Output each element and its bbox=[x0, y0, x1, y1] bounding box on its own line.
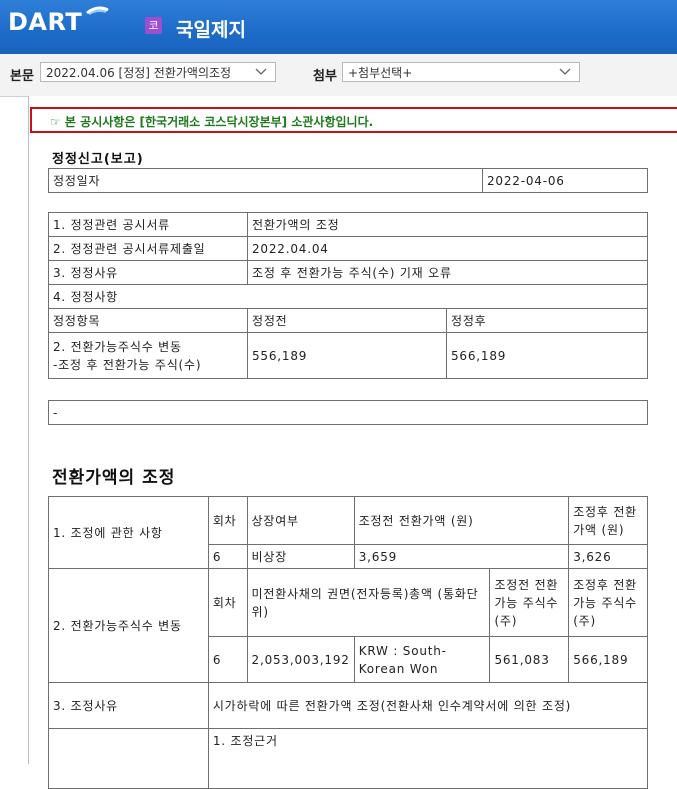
item-cell: 2. 전환가능주식수 변동 -조정 후 전환가능 주식(수) bbox=[48, 332, 248, 379]
sec1-header-listing: 상장여부 bbox=[246, 496, 355, 545]
doc-label: 본문 bbox=[10, 69, 34, 84]
sec2-face-amount: 2,053,003,192 bbox=[246, 636, 355, 683]
sec3-label: 3. 조정사유 bbox=[48, 682, 209, 729]
attach-label: 첨부 bbox=[313, 69, 337, 84]
correction-detail-table: 1. 정정관련 공시서류 전환가액의 조정 2. 정정관련 공시서류제출일 20… bbox=[48, 212, 648, 379]
doc-navbar: 본문 2022.04.06 [정정] 전환가액의조정 첨부 +첨부선택+ bbox=[0, 54, 677, 97]
sec2-after: 566,189 bbox=[568, 636, 648, 683]
section-4-label: 4. 정정사항 bbox=[48, 284, 648, 309]
chevron-down-icon bbox=[559, 68, 571, 75]
adjust-title: 전환가액의 조정 bbox=[52, 468, 176, 488]
row-value: 조정 후 전환가능 주식(수) 기재 오류 bbox=[247, 260, 648, 285]
sec2-header-after: 조정후 전환가능 주식수 (주) bbox=[568, 568, 648, 637]
market-badge: 코 bbox=[145, 17, 162, 34]
item-line-2: -조정 후 전환가능 주식(수) bbox=[53, 357, 202, 372]
sec4-value: 1. 조정근거 bbox=[207, 728, 649, 789]
doc-select[interactable]: 2022.04.06 [정정] 전환가액의조정 bbox=[40, 62, 276, 82]
col-after-header: 정정후 bbox=[446, 308, 648, 333]
correction-title: 정정신고(보고) bbox=[52, 152, 144, 167]
logo-swoosh-icon bbox=[86, 6, 109, 15]
attach-select[interactable]: +첨부선택+ bbox=[342, 62, 580, 82]
sec1-after: 3,626 bbox=[568, 544, 648, 569]
row-label: 3. 정정사유 bbox=[48, 260, 248, 285]
sec2-header-face: 미전환사채의 권면(전자등록)총액 (통화단위) bbox=[246, 568, 491, 637]
sec2-header-before: 조정전 전환가능 주식수 (주) bbox=[489, 568, 570, 637]
adjust-table: 1. 조정에 관한 사항 회차 상장여부 조정전 전환가액 (원) 조정후 전환… bbox=[48, 496, 649, 789]
chevron-down-icon bbox=[255, 68, 267, 75]
correction-date-table: 정정일자 2022-04-06 bbox=[48, 168, 648, 193]
sec1-before: 3,659 bbox=[353, 544, 570, 569]
sec2-header-round: 회차 bbox=[207, 568, 248, 637]
sec1-header-round: 회차 bbox=[207, 496, 248, 545]
date-value: 2022-04-06 bbox=[482, 168, 648, 193]
date-label: 정정일자 bbox=[48, 168, 483, 193]
sec2-label: 2. 전환가능주식수 변동 bbox=[48, 568, 209, 683]
row-label: 1. 정정관련 공시서류 bbox=[48, 212, 248, 237]
col-before-header: 정정전 bbox=[247, 308, 447, 333]
doc-select-value: 2022.04.06 [정정] 전환가액의조정 bbox=[46, 66, 232, 80]
notice-banner: ☞ 본 공시사항은 [한국거래소 코스닥시장본부] 소관사항입니다. bbox=[30, 107, 677, 133]
sec1-label: 1. 조정에 관한 사항 bbox=[48, 496, 209, 569]
col-item-header: 정정항목 bbox=[48, 308, 248, 333]
sec1-listing: 비상장 bbox=[246, 544, 355, 569]
attach-select-value: +첨부선택+ bbox=[348, 66, 413, 80]
item-line-1: 2. 전환가능주식수 변동 bbox=[53, 339, 182, 354]
remark-table: - bbox=[48, 400, 648, 425]
sec4-label bbox=[48, 728, 209, 789]
sec1-round: 6 bbox=[207, 544, 248, 569]
sec3-value: 시가하락에 따른 전환가액 조정(전환사채 인수계약서에 의한 조정) bbox=[207, 682, 649, 729]
sec2-currency: KRW : South-Korean Won bbox=[353, 636, 491, 683]
before-value: 556,189 bbox=[247, 332, 447, 379]
after-value: 566,189 bbox=[446, 332, 648, 379]
row-value: 전환가액의 조정 bbox=[247, 212, 648, 237]
sec1-header-before: 조정전 전환가액 (원) bbox=[353, 496, 570, 545]
top-header: DART 코 국일제지 bbox=[0, 0, 677, 54]
remark-value: - bbox=[48, 400, 648, 425]
notice-text: ☞ 본 공시사항은 [한국거래소 코스닥시장본부] 소관사항입니다. bbox=[50, 115, 374, 129]
row-label: 2. 정정관련 공시서류제출일 bbox=[48, 236, 248, 261]
sec2-round: 6 bbox=[207, 636, 248, 683]
sec1-header-after: 조정후 전환가액 (원) bbox=[568, 496, 648, 545]
company-name: 국일제지 bbox=[176, 19, 246, 41]
dart-logo[interactable]: DART bbox=[8, 8, 82, 36]
sec2-before: 561,083 bbox=[489, 636, 570, 683]
row-value: 2022.04.04 bbox=[247, 236, 648, 261]
